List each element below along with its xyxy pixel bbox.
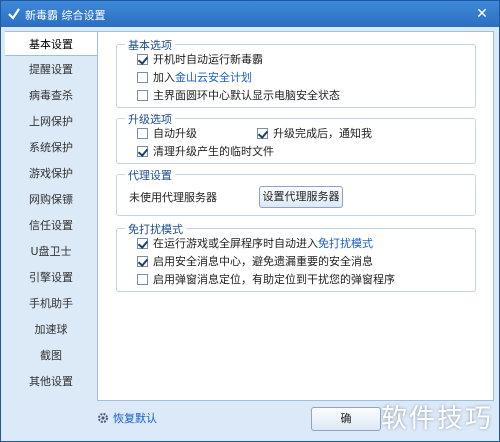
sidebar-item-system-protection[interactable]: 系统保护 [5,135,97,160]
set-proxy-button[interactable]: 设置代理服务器 [259,186,343,208]
sidebar-item-engine[interactable]: 引擎设置 [5,265,97,290]
group-title-proxy: 代理设置 [125,167,175,183]
option-popup-locate[interactable]: 启用弹窗消息定位，有助定位到干扰您的弹窗程序 [137,273,395,287]
option-label: 开机时自动运行新毒霸 [153,53,263,66]
checkbox-unchecked[interactable] [137,90,148,101]
close-button[interactable]: ✕ [473,5,491,23]
option-clean-temp[interactable]: 清理升级产生的临时文件 [137,145,274,159]
group-basic-options: 基本选项 开机时自动运行新毒霸 加入金山云安全计划 主界面圆环中心默认显示电脑安… [116,37,476,108]
group-title-nodisturb: 免打扰模式 [125,221,186,237]
option-security-message-center[interactable]: 启用安全消息中心，避免遗漏重要的安全消息 [137,255,373,269]
checkbox-unchecked[interactable] [137,274,148,285]
sidebar-item-web-protection[interactable]: 上网保护 [5,109,97,134]
sidebar-item-phone-assistant[interactable]: 手机助手 [5,291,97,316]
proxy-status-text: 未使用代理服务器 [129,191,217,204]
checkbox-checked[interactable] [137,146,148,157]
sidebar-item-speed-ball[interactable]: 加速球 [5,317,97,342]
bottom-bar: 恢复默认 确 软件技巧 [1,401,499,441]
cloud-security-link[interactable]: 金山云安全计划 [175,71,252,84]
option-label: 加入 [153,71,175,84]
option-auto-nodisturb[interactable]: 在运行游戏或全屏程序时自动进入免打扰模式 [137,237,373,251]
option-label: 清理升级产生的临时文件 [153,145,274,158]
group-title-basic: 基本选项 [125,37,175,53]
option-cloud-security[interactable]: 加入金山云安全计划 [137,71,252,85]
sidebar-item-other[interactable]: 其他设置 [5,369,97,394]
option-label: 启用弹窗消息定位，有助定位到干扰您的弹窗程序 [153,273,395,286]
checkbox-unchecked[interactable] [137,128,148,139]
option-autostart[interactable]: 开机时自动运行新毒霸 [137,53,263,67]
group-proxy-settings: 代理设置 未使用代理服务器 设置代理服务器 [116,167,476,216]
ok-button[interactable]: 确 [311,407,381,431]
watermark-text: 软件技巧 [380,404,493,434]
window-title: 新毒霸 综合设置 [25,9,106,22]
group-title-upgrade: 升级选项 [125,111,175,127]
group-upgrade-options: 升级选项 自动升级 升级完成后，通知我 清理升级产生的临时文件 [116,111,476,164]
nodisturb-mode-link[interactable]: 免打扰模式 [318,237,373,250]
option-label: 启用安全消息中心，避免遗漏重要的安全消息 [153,255,373,268]
gear-icon [98,413,108,423]
checkbox-checked[interactable] [137,256,148,267]
sidebar-item-trust[interactable]: 信任设置 [5,213,97,238]
sidebar-item-reminders[interactable]: 提醒设置 [5,57,97,82]
restore-defaults-link[interactable]: 恢复默认 [97,411,157,427]
sidebar-item-usb-guard[interactable]: U盘卫士 [5,239,97,264]
settings-window: 新毒霸 综合设置 ✕ 基本设置 提醒设置 病毒查杀 上网保护 系统保护 游戏保护… [0,0,500,442]
checkbox-checked[interactable] [137,54,148,65]
option-label: 升级完成后，通知我 [273,127,372,140]
restore-defaults-label: 恢复默认 [113,412,157,425]
sidebar-item-screenshot[interactable]: 截图 [5,343,97,368]
option-auto-upgrade[interactable]: 自动升级 [137,127,197,141]
sidebar-item-basic[interactable]: 基本设置 [5,31,97,56]
sidebar-item-shopping-guard[interactable]: 网购保镖 [5,187,97,212]
checkbox-checked[interactable] [257,128,268,139]
app-logo-icon [8,8,20,20]
option-notify-after-upgrade[interactable]: 升级完成后，通知我 [257,127,372,141]
sidebar-item-game-protection[interactable]: 游戏保护 [5,161,97,186]
option-label: 主界面圆环中心默认显示电脑安全状态 [153,89,340,102]
checkbox-checked[interactable] [137,238,148,249]
option-label: 在运行游戏或全屏程序时自动进入 [153,237,318,250]
option-label: 自动升级 [153,127,197,140]
option-ring-status[interactable]: 主界面圆环中心默认显示电脑安全状态 [137,89,340,103]
settings-content: 基本选项 开机时自动运行新毒霸 加入金山云安全计划 主界面圆环中心默认显示电脑安… [97,31,494,401]
settings-sidebar: 基本设置 提醒设置 病毒查杀 上网保护 系统保护 游戏保护 网购保镖 信任设置 … [5,31,97,401]
title-bar: 新毒霸 综合设置 ✕ [1,1,499,27]
checkbox-unchecked[interactable] [137,72,148,83]
group-no-disturb: 免打扰模式 在运行游戏或全屏程序时自动进入免打扰模式 启用安全消息中心，避免遗漏… [116,221,476,292]
sidebar-item-virus-scan[interactable]: 病毒查杀 [5,83,97,108]
